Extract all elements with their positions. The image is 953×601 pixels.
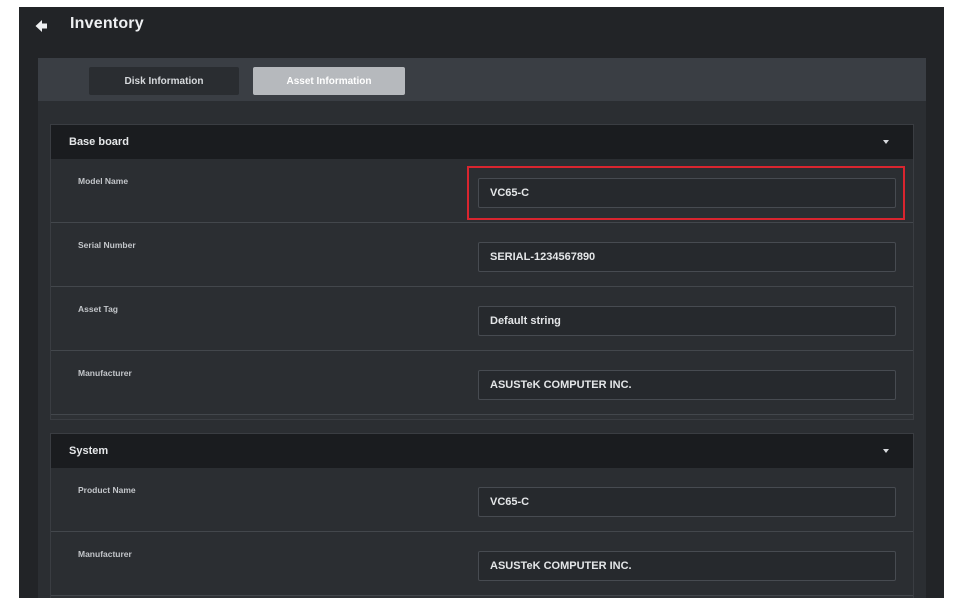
tab-asset-information[interactable]: Asset Information <box>253 67 405 95</box>
manufacturer-field[interactable]: ASUSTeK COMPUTER INC. <box>478 370 896 400</box>
caret-down-icon[interactable] <box>883 449 889 453</box>
inventory-window: Inventory Disk Information Asset Informa… <box>19 7 944 598</box>
product-name-field[interactable]: VC65-C <box>478 487 896 517</box>
content-panel: Disk Information Asset Information Base … <box>38 58 926 598</box>
arrow-left-icon[interactable] <box>33 18 49 34</box>
tab-disk-information[interactable]: Disk Information <box>89 67 239 95</box>
asset-tag-field[interactable]: Default string <box>478 306 896 336</box>
tab-bar: Disk Information Asset Information <box>38 58 926 101</box>
row-manufacturer: Manufacturer ASUSTeK COMPUTER INC. <box>51 351 913 415</box>
section-header-base-board[interactable]: Base board <box>51 125 913 159</box>
row-model-name: Model Name VC65-C <box>51 159 913 223</box>
page-title: Inventory <box>70 15 144 32</box>
model-name-field[interactable]: VC65-C <box>478 178 896 208</box>
page-header: Inventory <box>19 7 944 47</box>
row-label: Model Name <box>78 176 129 186</box>
section-system: System Product Name VC65-C Manufacturer … <box>50 433 914 598</box>
row-label: Manufacturer <box>78 549 132 559</box>
section-title: System <box>69 445 109 457</box>
system-manufacturer-field[interactable]: ASUSTeK COMPUTER INC. <box>478 551 896 581</box>
caret-down-icon[interactable] <box>883 140 889 144</box>
row-label: Manufacturer <box>78 368 132 378</box>
row-label: Product Name <box>78 485 136 495</box>
row-system-manufacturer: Manufacturer ASUSTeK COMPUTER INC. <box>51 532 913 596</box>
serial-number-field[interactable]: SERIAL-1234567890 <box>478 242 896 272</box>
row-serial-number: Serial Number SERIAL-1234567890 <box>51 223 913 287</box>
section-title: Base board <box>69 136 129 148</box>
row-label: Serial Number <box>78 240 136 250</box>
row-product-name: Product Name VC65-C <box>51 468 913 532</box>
section-header-system[interactable]: System <box>51 434 913 468</box>
section-base-board: Base board Model Name VC65-C Serial Numb… <box>50 124 914 420</box>
row-label: Asset Tag <box>78 304 118 314</box>
row-asset-tag: Asset Tag Default string <box>51 287 913 351</box>
